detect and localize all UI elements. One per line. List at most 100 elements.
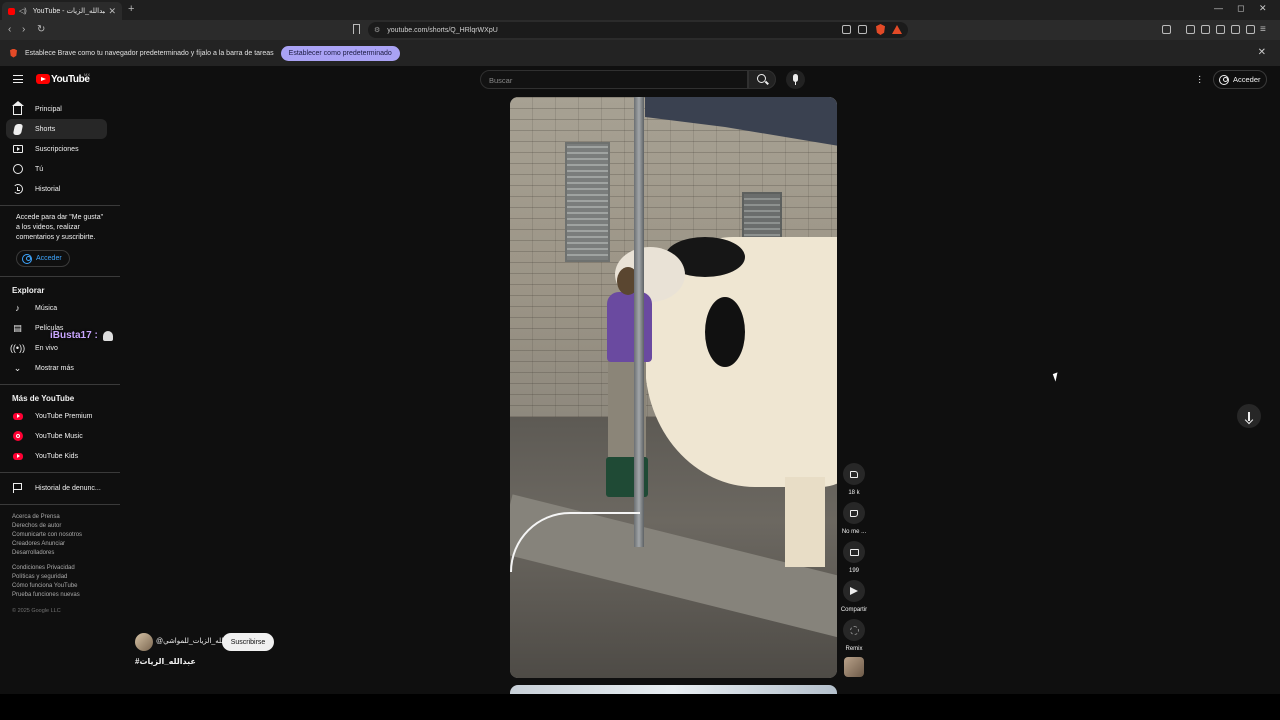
movies-icon: ▤	[13, 322, 22, 333]
home-icon	[11, 101, 24, 115]
account-icon	[22, 253, 32, 264]
sidebar-item-label: Historial de denunc...	[35, 484, 101, 492]
sidebar-item-show-more[interactable]: ⌄ Mostrar más	[6, 358, 107, 378]
bookmark-icon[interactable]	[353, 24, 360, 34]
comment-count: 199	[848, 568, 859, 574]
youtube-logo-icon[interactable]	[36, 74, 50, 84]
share-page-icon[interactable]	[858, 25, 867, 34]
share-label: Compartir	[840, 607, 868, 613]
remix-button[interactable]	[843, 619, 865, 641]
speaker-icon[interactable]: ◁)	[19, 7, 27, 15]
set-default-button[interactable]: Establecer como predeterminado	[280, 45, 400, 61]
header-signin-button[interactable]: Acceder	[1213, 70, 1267, 89]
sidebar-item-live[interactable]: ((•)) En vivo	[6, 338, 107, 358]
extensions-icon[interactable]	[1216, 25, 1225, 34]
comments-button[interactable]	[843, 541, 865, 563]
sidebar-item-you[interactable]: Tú	[6, 159, 107, 179]
shorts-icon	[12, 123, 23, 135]
premium-icon-wrap	[12, 411, 23, 422]
window-close-icon[interactable]: ✕	[1259, 3, 1267, 14]
back-icon[interactable]: ‹	[8, 24, 11, 35]
logo-country-code: MX	[84, 72, 90, 77]
sidebar-item-label: Música	[35, 304, 58, 312]
dislike-label: No me ...	[841, 529, 867, 535]
music-note-icon: ♪	[15, 303, 20, 313]
search-icon	[757, 74, 766, 83]
tab-close-icon[interactable]: ✕	[108, 6, 116, 17]
sound-thumbnail[interactable]	[844, 657, 864, 677]
sidebar-item-music[interactable]: ♪ Música	[6, 298, 107, 318]
you-icon-wrap	[12, 164, 23, 175]
sidebar-item-youtube-premium[interactable]: YouTube Premium	[6, 406, 107, 426]
stream-overlay-tag: iBusta17 :	[50, 330, 98, 341]
history-icon	[12, 184, 23, 194]
flag-icon	[13, 483, 22, 493]
infobar-close-icon[interactable]: ✕	[1258, 47, 1266, 58]
arrow-down-icon	[1248, 411, 1250, 421]
sidebar-signin-button[interactable]: Acceder	[16, 250, 70, 267]
sidebar-item-history[interactable]: Historial	[6, 179, 107, 199]
browser-toolbar: ‹ › ↻ ⚙ youtube.com/shorts/Q_HRlqrWXpU ≡	[0, 20, 1280, 40]
video-person	[602, 267, 662, 497]
search-input[interactable]: Buscar	[480, 70, 748, 89]
explore-heading: Explorar	[12, 286, 45, 295]
menu-icon[interactable]	[13, 75, 23, 83]
sidebar-item-subscriptions[interactable]: Suscripciones	[6, 139, 107, 159]
cow-spot	[705, 297, 745, 367]
reload-icon[interactable]: ↻	[37, 24, 45, 35]
default-browser-infobar: Establece Brave como tu navegador predet…	[0, 40, 1280, 66]
youtube-header: YouTube MX Buscar · · · Acceder	[0, 66, 1280, 94]
new-tab-button[interactable]: +	[128, 3, 134, 15]
site-settings-icon[interactable]: ⚙	[374, 26, 380, 34]
leo-ai-icon[interactable]	[1231, 25, 1240, 34]
channel-avatar[interactable]	[135, 633, 153, 651]
video-window	[565, 142, 610, 262]
sidebar-divider	[0, 472, 120, 473]
kids-icon-wrap	[12, 451, 23, 462]
wallet-icon[interactable]	[1162, 25, 1171, 34]
forward-icon[interactable]: ›	[22, 24, 25, 35]
sidebar-divider	[0, 276, 120, 277]
vpn-icon[interactable]	[1246, 25, 1255, 34]
sidebar-item-shorts[interactable]: Shorts	[6, 119, 107, 139]
subscribe-button[interactable]: Suscribirse	[222, 633, 274, 651]
share-button[interactable]	[843, 580, 865, 602]
copyright-text: © 2025 Google LLC	[12, 608, 61, 614]
short-video-player[interactable]	[510, 97, 837, 678]
short-hashtag[interactable]: #عبدالله_الزيات	[135, 657, 196, 666]
sidebar-item-home[interactable]: Principal	[6, 99, 107, 119]
microphone-stand	[795, 82, 796, 85]
cow-legs	[785, 477, 825, 567]
sidebar-item-label: YouTube Kids	[35, 452, 79, 460]
browser-tab[interactable]: ◁) YouTube - عبدالله_الزيات# ✕	[2, 2, 122, 20]
browser-menu-icon[interactable]: ≡	[1260, 24, 1266, 35]
like-button[interactable]	[843, 463, 865, 485]
maximize-icon[interactable]: ◻	[1237, 3, 1244, 14]
video-pole	[634, 97, 644, 547]
sidebar-item-label: Suscripciones	[35, 145, 79, 153]
footer-links-primary[interactable]: Acerca de Prensa Derechos de autor Comun…	[12, 513, 112, 558]
search-button[interactable]	[748, 70, 776, 89]
dislike-button[interactable]	[843, 502, 865, 524]
address-bar[interactable]: ⚙ youtube.com/shorts/Q_HRlqrWXpU	[368, 22, 908, 38]
voice-search-button[interactable]	[786, 70, 805, 89]
thumb-down-icon	[850, 509, 858, 517]
mouse-cursor-icon	[1052, 372, 1061, 382]
footer-links-secondary[interactable]: Condiciones Privacidad Políticas y segur…	[12, 564, 112, 600]
settings-kebab-icon[interactable]: · · ·	[1198, 72, 1201, 88]
sidebar-item-youtube-kids[interactable]: YouTube Kids	[6, 446, 107, 466]
thumb-up-icon	[850, 470, 858, 478]
sidebar-signin-label: Acceder	[36, 255, 62, 262]
brave-rewards-icon[interactable]	[892, 25, 902, 34]
home-icon-wrap	[11, 101, 24, 115]
sidebar-item-label: Mostrar más	[35, 364, 74, 372]
sidebar-toggle-icon[interactable]	[1201, 25, 1210, 34]
sidebar-item-report-history[interactable]: Historial de denunc...	[6, 478, 107, 498]
cast-icon[interactable]	[842, 25, 851, 34]
sidebar-item-youtube-music[interactable]: YouTube Music	[6, 426, 107, 446]
next-short-button[interactable]	[1237, 404, 1261, 428]
live-icon: ((•))	[9, 343, 26, 353]
minimize-icon[interactable]: —	[1214, 3, 1223, 13]
media-icon[interactable]	[1186, 25, 1195, 34]
chevron-down-icon: ⌄	[13, 362, 22, 373]
